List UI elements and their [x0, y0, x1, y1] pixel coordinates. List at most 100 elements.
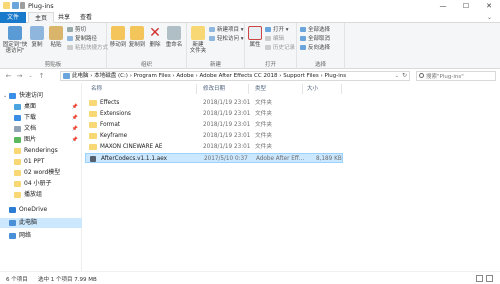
select-all-button[interactable]: 全部选择: [300, 27, 330, 34]
nav-item-label: 下载: [24, 114, 37, 121]
search-box[interactable]: [416, 71, 496, 81]
file-name: Extensions: [100, 111, 131, 117]
folder-icon: [89, 100, 97, 106]
table-row[interactable]: Effects 2018/1/19 23:01 文件夹: [85, 98, 343, 108]
maximize-button[interactable]: ☐: [455, 0, 477, 12]
crumb-adobe[interactable]: Adobe: [176, 73, 193, 79]
details-view-icon[interactable]: [476, 275, 483, 282]
network-icon: [9, 233, 16, 239]
tab-file[interactable]: 文件: [0, 12, 26, 23]
move-to-button[interactable]: 移动到: [109, 26, 127, 48]
edit-button[interactable]: 编辑: [265, 36, 284, 43]
pin-quick-access-button[interactable]: 固定到"快速访问": [2, 26, 28, 54]
refresh-icon[interactable]: ↻: [402, 72, 407, 80]
copy-folder-icon: [130, 26, 144, 40]
table-row[interactable]: MAXON CINEWARE AE 2018/1/19 23:01 文件夹: [85, 142, 343, 152]
column-header-name[interactable]: 名称: [91, 85, 102, 94]
copy-label: 复制: [31, 42, 43, 48]
new-group-label: 新建: [209, 62, 221, 68]
column-divider[interactable]: [302, 84, 303, 94]
address-bar: ← → ⌄ ↑ 此电脑 › 本地磁盘 (C:) › Program Files …: [0, 69, 500, 83]
nav-this-pc[interactable]: 此电脑: [0, 218, 82, 228]
properties-button[interactable]: 属性: [247, 26, 263, 48]
search-input[interactable]: [426, 73, 494, 80]
column-header-size[interactable]: 大小: [307, 85, 318, 94]
easy-access-label: 轻松访问 ▾: [217, 36, 244, 42]
crumb-local-disk[interactable]: 本地磁盘 (C:): [94, 73, 128, 79]
pin-icon: [8, 26, 22, 40]
copy-to-button[interactable]: 复制到: [128, 26, 146, 48]
crumb-plug-ins[interactable]: Plug-ins: [324, 73, 346, 79]
select-none-button[interactable]: 全部取消: [300, 36, 330, 43]
delete-button[interactable]: ✕ 删除: [147, 26, 163, 48]
nav-quick-access[interactable]: ⌄ 快速访问: [0, 91, 82, 101]
column-header-date[interactable]: 修改日期: [203, 85, 225, 94]
quick-access-dropdown-icon[interactable]: [20, 2, 25, 9]
tab-view[interactable]: 查看: [74, 12, 98, 23]
back-arrow-icon[interactable]: ←: [4, 72, 13, 80]
delete-label: 删除: [149, 42, 161, 48]
easy-access-button[interactable]: 轻松访问 ▾: [209, 36, 244, 43]
rename-button[interactable]: 重命名: [164, 26, 184, 48]
cut-button[interactable]: 剪切: [67, 27, 86, 34]
large-icons-view-icon[interactable]: [486, 275, 493, 282]
select-all-icon: [300, 27, 306, 32]
chevron-down-icon[interactable]: ⌄: [3, 93, 7, 99]
invert-selection-button[interactable]: 反向选择: [300, 45, 330, 52]
crumb-support-files[interactable]: Support Files: [283, 73, 319, 79]
nav-item-playgroup[interactable]: 播放组: [0, 190, 82, 200]
path-dropdown-icon[interactable]: ⌄: [395, 72, 399, 80]
minimize-button[interactable]: —: [432, 0, 454, 12]
new-folder-button[interactable]: 新建 文件夹: [189, 26, 207, 54]
path-box[interactable]: 此电脑 › 本地磁盘 (C:) › Program Files › Adobe …: [60, 71, 410, 81]
nav-this-pc-label: 此电脑: [19, 219, 38, 226]
recent-locations-icon[interactable]: ⌄: [26, 72, 35, 80]
nav-item-02-word[interactable]: 02 word模型: [0, 168, 82, 178]
column-header-type[interactable]: 类型: [255, 85, 266, 94]
edit-label: 编辑: [273, 36, 285, 42]
tab-share[interactable]: 共享: [52, 12, 76, 23]
paste-button[interactable]: 粘贴: [47, 26, 65, 48]
copy-path-button[interactable]: 复制路径: [67, 36, 97, 43]
selection-info: 选中 1 个项目 7.99 MB: [38, 277, 97, 283]
up-arrow-icon[interactable]: ↑: [37, 72, 46, 80]
nav-item-04-booklet[interactable]: 04 小册子: [0, 179, 82, 189]
nav-item-label: 文档: [24, 125, 37, 132]
nav-item-pictures[interactable]: 图片 📌: [0, 135, 82, 145]
crumb-this-pc[interactable]: 此电脑: [72, 73, 89, 79]
column-divider[interactable]: [341, 84, 342, 94]
new-item-button[interactable]: 新建项目 ▾: [209, 27, 244, 34]
forward-arrow-icon[interactable]: →: [15, 72, 24, 80]
table-row-selected[interactable]: AfterCodecs.v1.1.1.aex 2017/5/10 0:37 Ad…: [85, 153, 343, 163]
ribbon-expand-icon[interactable]: ⌄: [487, 14, 492, 21]
file-date: 2018/1/19 23:01: [203, 100, 251, 106]
status-bar: 6 个项目 选中 1 个项目 7.99 MB: [0, 271, 500, 284]
column-divider[interactable]: [248, 84, 249, 94]
nav-item-renderings[interactable]: Renderings: [0, 146, 82, 156]
open-button[interactable]: 打开 ▾: [265, 27, 289, 34]
nav-item-desktop[interactable]: 桌面 📌: [0, 102, 82, 112]
nav-item-01-ppt[interactable]: 01 PPT: [0, 157, 82, 167]
nav-onedrive[interactable]: OneDrive: [0, 205, 82, 215]
plugin-file-icon: [90, 156, 96, 162]
copy-button[interactable]: 复制: [28, 26, 46, 48]
table-row[interactable]: Extensions 2018/1/19 23:01 文件夹: [85, 109, 343, 119]
nav-network[interactable]: 网络: [0, 231, 82, 241]
crumb-after-effects[interactable]: Adobe After Effects CC 2018: [200, 73, 278, 79]
history-button[interactable]: 历史记录: [265, 45, 295, 52]
crumb-program-files[interactable]: Program Files: [134, 73, 171, 79]
folder-icon: [89, 111, 97, 117]
paste-shortcut-button[interactable]: 粘贴快捷方式: [67, 45, 108, 52]
tab-home[interactable]: 主页: [28, 12, 55, 23]
close-button[interactable]: ✕: [478, 0, 500, 12]
nav-item-documents[interactable]: 文档 📌: [0, 124, 82, 134]
copy-path-label: 复制路径: [75, 36, 98, 42]
column-divider[interactable]: [196, 84, 197, 94]
window-title: Plug-ins: [28, 2, 54, 10]
properties-icon[interactable]: [12, 2, 19, 9]
file-name: Effects: [100, 100, 120, 106]
table-row[interactable]: Format 2018/1/19 23:01 文件夹: [85, 120, 343, 130]
nav-item-downloads[interactable]: 下载 📌: [0, 113, 82, 123]
table-row[interactable]: Keyframe 2018/1/19 23:01 文件夹: [85, 131, 343, 141]
file-size: 8,189 KB: [316, 156, 342, 162]
